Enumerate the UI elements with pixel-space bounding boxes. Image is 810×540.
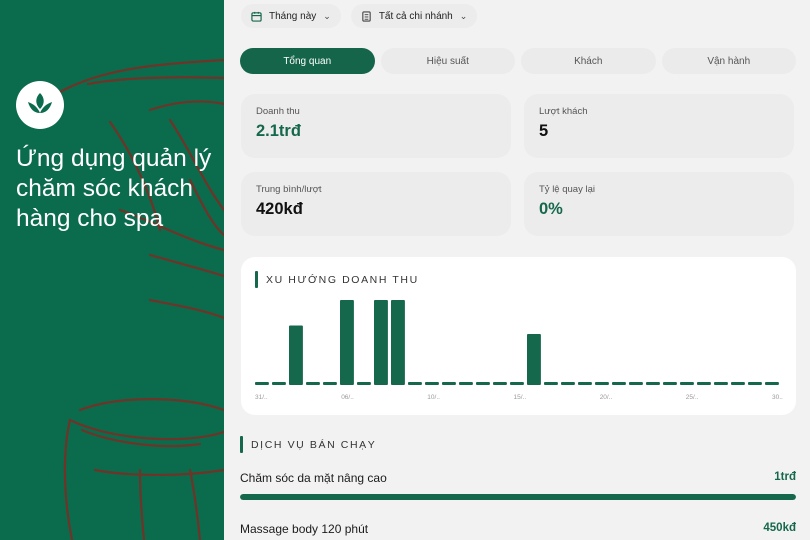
revenue-bar xyxy=(459,382,473,385)
revenue-bar xyxy=(357,382,371,385)
tab-overview[interactable]: Tổng quan xyxy=(240,48,375,74)
revenue-bar xyxy=(595,382,609,385)
revenue-bar xyxy=(340,300,354,385)
top-services-title-text: DỊCH VỤ BÁN CHẠY xyxy=(251,438,377,451)
x-tick-label: 30.. xyxy=(772,394,783,401)
revenue-bar xyxy=(748,382,762,385)
building-icon xyxy=(362,10,371,22)
revenue-bar xyxy=(612,382,626,385)
stat-value: 420kđ xyxy=(256,200,303,218)
service-name: Chăm sóc da mặt nâng cao xyxy=(240,471,387,485)
period-filter[interactable]: Tháng này ⌄ xyxy=(241,4,341,28)
stat-card-revenue: Doanh thu 2.1trđ xyxy=(241,94,511,158)
x-tick-label: 25/.. xyxy=(686,394,699,401)
stat-label: Lượt khách xyxy=(539,106,588,117)
revenue-bar xyxy=(374,300,388,385)
revenue-bar xyxy=(255,382,269,385)
revenue-bar xyxy=(629,382,643,385)
filter-bar: Tháng này ⌄ Tất cả chi nhánh ⌄ xyxy=(241,4,478,28)
revenue-bar xyxy=(425,382,439,385)
stat-card-visits: Lượt khách 5 xyxy=(524,94,794,158)
stat-label: Trung bình/lượt xyxy=(256,184,322,195)
stat-value: 0% xyxy=(539,200,563,218)
service-amount: 1trđ xyxy=(774,471,796,483)
revenue-bar xyxy=(323,382,337,385)
tab-operations[interactable]: Vận hành xyxy=(661,48,796,74)
dashboard: Tháng này ⌄ Tất cả chi nhánh ⌄ Tổng quan… xyxy=(224,0,810,540)
period-filter-label: Tháng này xyxy=(269,10,317,22)
revenue-bar xyxy=(714,382,728,385)
top-services-title: DỊCH VỤ BÁN CHẠY xyxy=(240,436,796,453)
promo-tagline: Ứng dụng quản lý chăm sóc khách hàng cho… xyxy=(16,145,212,232)
calendar-icon xyxy=(251,11,262,22)
revenue-bar xyxy=(697,382,711,385)
revenue-bar xyxy=(510,382,524,385)
stat-label: Tỷ lệ quay lại xyxy=(539,184,595,195)
revenue-bar xyxy=(493,382,507,385)
service-share-fill xyxy=(240,494,796,500)
x-tick-label: 31/.. xyxy=(255,394,268,401)
service-share-track xyxy=(240,494,796,500)
service-row[interactable]: Massage body 120 phút 450kđ xyxy=(240,522,796,540)
section-accent-bar xyxy=(240,436,243,453)
service-row[interactable]: Chăm sóc da mặt nâng cao 1trđ xyxy=(240,471,796,500)
revenue-bar xyxy=(391,300,405,385)
revenue-bar xyxy=(306,382,320,385)
revenue-bar xyxy=(289,325,303,385)
revenue-bar xyxy=(527,334,541,385)
branch-filter-label: Tất cả chi nhánh xyxy=(378,10,453,22)
stat-value: 5 xyxy=(539,122,549,140)
revenue-bar xyxy=(578,382,592,385)
revenue-bar xyxy=(442,382,456,385)
x-tick-label: 06/.. xyxy=(341,394,354,401)
promo-panel: Ứng dụng quản lý chăm sóc khách hàng cho… xyxy=(0,0,224,540)
stat-label: Doanh thu xyxy=(256,106,300,117)
revenue-bar xyxy=(544,382,558,385)
chevron-down-icon: ⌄ xyxy=(323,10,331,21)
branch-filter[interactable]: Tất cả chi nhánh ⌄ xyxy=(350,4,478,28)
stat-card-average: Trung bình/lượt 420kđ xyxy=(241,172,511,236)
revenue-bar xyxy=(765,382,779,385)
top-services-section: DỊCH VỤ BÁN CHẠY Chăm sóc da mặt nâng ca… xyxy=(240,436,796,536)
revenue-trend-card: XU HƯỚNG DOANH THU 31/.. 06/.. 10/.. 15/.. 2… xyxy=(241,257,796,415)
revenue-bar xyxy=(408,382,422,385)
service-name: Massage body 120 phút xyxy=(240,522,369,536)
x-tick-label: 15/.. xyxy=(514,394,527,401)
revenue-bar xyxy=(731,382,745,385)
leaf-logo-icon xyxy=(16,81,64,129)
stat-card-return-rate: Tỷ lệ quay lại 0% xyxy=(524,172,794,236)
revenue-bar xyxy=(646,382,660,385)
x-tick-label: 10/.. xyxy=(427,394,440,401)
revenue-bar xyxy=(561,382,575,385)
tab-performance[interactable]: Hiệu suất xyxy=(380,48,515,74)
tab-bar: Tổng quan Hiệu suất Khách Vận hành xyxy=(240,48,796,74)
revenue-trend-chart: 31/.. 06/.. 10/.. 15/.. 20/.. 25/.. 30.. xyxy=(255,300,783,401)
revenue-bar xyxy=(680,382,694,385)
x-tick-label: 20/.. xyxy=(600,394,613,401)
revenue-bar xyxy=(272,382,286,385)
chevron-down-icon: ⌄ xyxy=(459,10,468,21)
revenue-bar xyxy=(663,382,677,385)
service-amount: 450kđ xyxy=(763,522,796,534)
revenue-bar xyxy=(476,382,490,385)
tab-customers[interactable]: Khách xyxy=(521,48,656,74)
stat-value: 2.1trđ xyxy=(256,122,301,140)
